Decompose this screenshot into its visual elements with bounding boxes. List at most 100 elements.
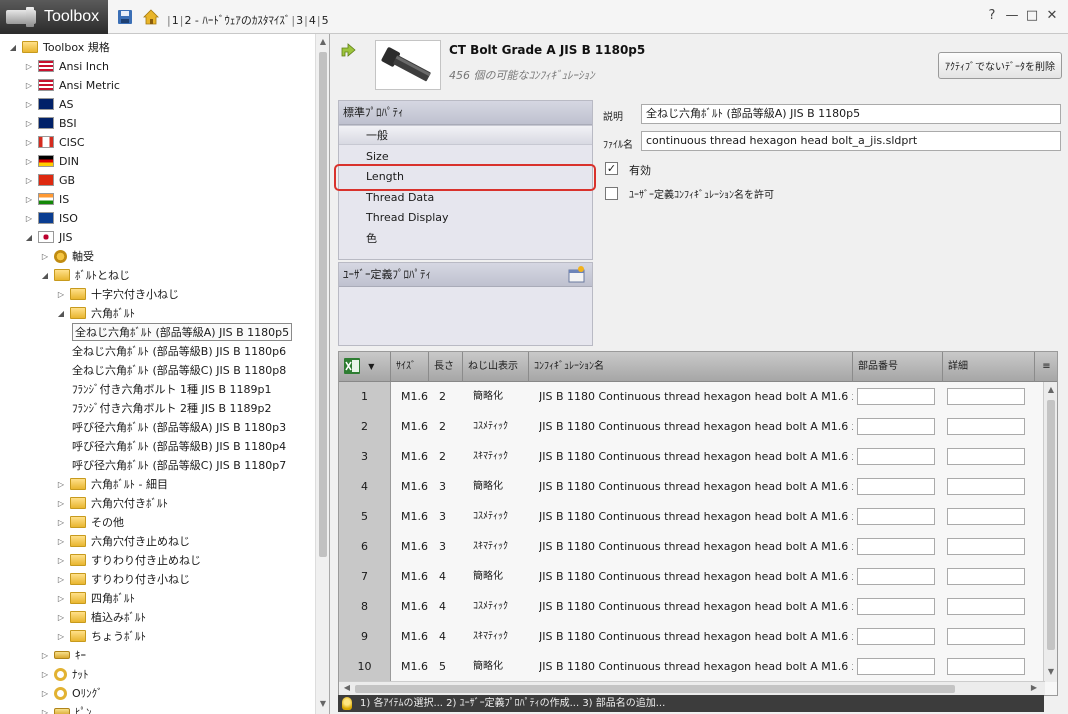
collapsed-arrow-icon[interactable]: ▷: [56, 594, 66, 603]
table-row[interactable]: 8 M1.6 4 ｺｽﾒﾃｨｯｸ JIS B 1180 Continuous threa…: [339, 592, 1045, 622]
details-input[interactable]: [947, 448, 1025, 465]
tab-3[interactable]: 3: [296, 14, 303, 27]
collapsed-arrow-icon[interactable]: ▷: [56, 499, 66, 508]
dropdown-arrow-icon[interactable]: ▼: [368, 362, 374, 371]
tree-item[interactable]: ▷ CISC: [24, 133, 85, 151]
tree-item[interactable]: ◢ 六角ﾎﾞﾙﾄ: [56, 304, 135, 322]
details-input[interactable]: [947, 418, 1025, 435]
table-row[interactable]: 7 M1.6 4 簡略化 JIS B 1180 Continuous thread he…: [339, 562, 1045, 592]
grid-horizontal-scrollbar[interactable]: ◀ ▶: [339, 681, 1045, 695]
tree-item[interactable]: 呼び径六角ﾎﾞﾙﾄ (部品等級B) JIS B 1180p4: [72, 437, 286, 455]
tree-item[interactable]: ▷ Ansi Metric: [24, 76, 120, 94]
collapsed-arrow-icon[interactable]: ▷: [24, 81, 34, 90]
tab-5[interactable]: 5: [322, 14, 329, 27]
grid-vertical-thumb[interactable]: [1047, 400, 1055, 650]
tree-item[interactable]: ▷ GB: [24, 171, 75, 189]
collapsed-arrow-icon[interactable]: ▷: [24, 157, 34, 166]
col-thread-display[interactable]: ねじ山表示: [463, 352, 529, 382]
table-row[interactable]: 1 M1.6 2 簡略化 JIS B 1180 Continuous thread he…: [339, 382, 1045, 412]
collapsed-arrow-icon[interactable]: ▷: [56, 575, 66, 584]
collapsed-arrow-icon[interactable]: ▷: [40, 651, 50, 660]
tree-item[interactable]: ▷ Oﾘﾝｸﾞ: [40, 684, 103, 702]
col-length[interactable]: 長さ: [429, 352, 463, 382]
tree-item[interactable]: ▷ ちょうﾎﾞﾙﾄ: [56, 627, 146, 645]
scroll-down-arrow-icon[interactable]: ▼: [318, 699, 328, 708]
collapsed-arrow-icon[interactable]: ▷: [24, 62, 34, 71]
collapsed-arrow-icon[interactable]: ▷: [24, 214, 34, 223]
collapsed-arrow-icon[interactable]: ▷: [24, 176, 34, 185]
tree-item[interactable]: ▷ 植込みﾎﾞﾙﾄ: [56, 608, 146, 626]
details-input[interactable]: [947, 628, 1025, 645]
home-icon[interactable]: [142, 9, 160, 25]
tree-item[interactable]: ▷ 軸受: [40, 247, 94, 265]
col-details[interactable]: 詳細: [943, 352, 1035, 382]
minimize-button[interactable]: —: [1004, 8, 1020, 23]
collapsed-arrow-icon[interactable]: ▷: [56, 556, 66, 565]
collapsed-arrow-icon[interactable]: ▷: [56, 537, 66, 546]
grid-scroll-right-icon[interactable]: ▶: [1029, 683, 1039, 692]
tab-1[interactable]: 1: [172, 14, 179, 27]
grid-scroll-up-icon[interactable]: ▲: [1046, 385, 1056, 394]
collapsed-arrow-icon[interactable]: ▷: [24, 195, 34, 204]
details-input[interactable]: [947, 388, 1025, 405]
tree-item[interactable]: ▷ 六角ﾎﾞﾙﾄ - 細目: [56, 475, 168, 493]
part-number-input[interactable]: [857, 448, 935, 465]
collapsed-arrow-icon[interactable]: ▷: [56, 613, 66, 622]
tree-item[interactable]: 全ねじ六角ﾎﾞﾙﾄ (部品等級C) JIS B 1180p8: [72, 361, 286, 379]
collapsed-arrow-icon[interactable]: ▷: [24, 100, 34, 109]
grid-horizontal-thumb[interactable]: [355, 685, 955, 693]
scroll-up-arrow-icon[interactable]: ▲: [318, 37, 328, 46]
tree-item[interactable]: ﾌﾗﾝｼﾞ付き六角ボルト 1種 JIS B 1189p1: [72, 380, 271, 398]
collapsed-arrow-icon[interactable]: ▷: [56, 632, 66, 641]
part-number-input[interactable]: [857, 538, 935, 555]
part-number-input[interactable]: [857, 598, 935, 615]
maximize-button[interactable]: □: [1024, 8, 1040, 23]
expanded-arrow-icon[interactable]: ◢: [24, 233, 34, 242]
tree-item[interactable]: ▷ ｷｰ: [40, 646, 86, 664]
tree-item[interactable]: ▷ 十字穴付き小ねじ: [56, 285, 179, 303]
grid-vertical-scrollbar[interactable]: ▲ ▼: [1043, 382, 1057, 682]
save-icon[interactable]: [116, 9, 134, 25]
collapsed-arrow-icon[interactable]: ▷: [40, 252, 50, 261]
col-size[interactable]: ｻｲｽﾞ: [391, 352, 429, 382]
tree-item[interactable]: ▷ Ansi Inch: [24, 57, 109, 75]
tree-item[interactable]: ▷ ISO: [24, 209, 78, 227]
details-input[interactable]: [947, 538, 1025, 555]
tree-scroll-thumb[interactable]: [319, 52, 327, 557]
col-part-number[interactable]: 部品番号: [853, 352, 943, 382]
filename-field[interactable]: continuous thread hexagon head bolt_a_ji…: [641, 131, 1061, 151]
tree-item[interactable]: ▷ DIN: [24, 152, 79, 170]
prop-item-thread-display[interactable]: Thread Display: [339, 208, 592, 228]
part-number-input[interactable]: [857, 508, 935, 525]
navigate-back-icon[interactable]: [339, 42, 357, 60]
column-chooser-icon[interactable]: ≡: [1035, 352, 1057, 382]
tab-4[interactable]: 4: [309, 14, 316, 27]
prop-item-general[interactable]: 一般: [339, 125, 592, 145]
table-row[interactable]: 3 M1.6 2 ｽｷﾏﾃｨｯｸ JIS B 1180 Continuous threa…: [339, 442, 1045, 472]
table-row[interactable]: 2 M1.6 2 ｺｽﾒﾃｨｯｸ JIS B 1180 Continuous threa…: [339, 412, 1045, 442]
help-button[interactable]: ?: [984, 8, 1000, 23]
table-row[interactable]: 10 M1.6 5 簡略化 JIS B 1180 Continuous thread h…: [339, 652, 1045, 682]
collapsed-arrow-icon[interactable]: ▷: [56, 290, 66, 299]
grid-scroll-down-icon[interactable]: ▼: [1046, 667, 1056, 676]
details-input[interactable]: [947, 568, 1025, 585]
tree-item[interactable]: 呼び径六角ﾎﾞﾙﾄ (部品等級A) JIS B 1180p3: [72, 418, 286, 436]
table-row[interactable]: 9 M1.6 4 ｽｷﾏﾃｨｯｸ JIS B 1180 Continuous threa…: [339, 622, 1045, 652]
collapsed-arrow-icon[interactable]: ▷: [24, 119, 34, 128]
tree-item[interactable]: 全ねじ六角ﾎﾞﾙﾄ (部品等級A) JIS B 1180p5: [72, 323, 293, 341]
details-input[interactable]: [947, 658, 1025, 675]
part-number-input[interactable]: [857, 628, 935, 645]
table-row[interactable]: 6 M1.6 3 ｽｷﾏﾃｨｯｸ JIS B 1180 Continuous threa…: [339, 532, 1045, 562]
tree-scrollbar[interactable]: ▲ ▼: [315, 34, 329, 714]
tree-item[interactable]: 呼び径六角ﾎﾞﾙﾄ (部品等級C) JIS B 1180p7: [72, 456, 286, 474]
tree-item[interactable]: ▷ AS: [24, 95, 74, 113]
tree-item[interactable]: ▷ すりわり付き小ねじ: [56, 570, 190, 588]
expanded-arrow-icon[interactable]: ◢: [8, 43, 18, 52]
close-button[interactable]: ✕: [1044, 8, 1060, 23]
details-input[interactable]: [947, 598, 1025, 615]
delete-inactive-data-button[interactable]: ｱｸﾃｨﾌﾞでないﾃﾞｰﾀを削除: [938, 52, 1062, 79]
tree-item[interactable]: ▷ すりわり付き止めねじ: [56, 551, 201, 569]
expanded-arrow-icon[interactable]: ◢: [56, 309, 66, 318]
table-row[interactable]: 5 M1.6 3 ｺｽﾒﾃｨｯｸ JIS B 1180 Continuous threa…: [339, 502, 1045, 532]
table-row[interactable]: 4 M1.6 3 簡略化 JIS B 1180 Continuous thread he…: [339, 472, 1045, 502]
